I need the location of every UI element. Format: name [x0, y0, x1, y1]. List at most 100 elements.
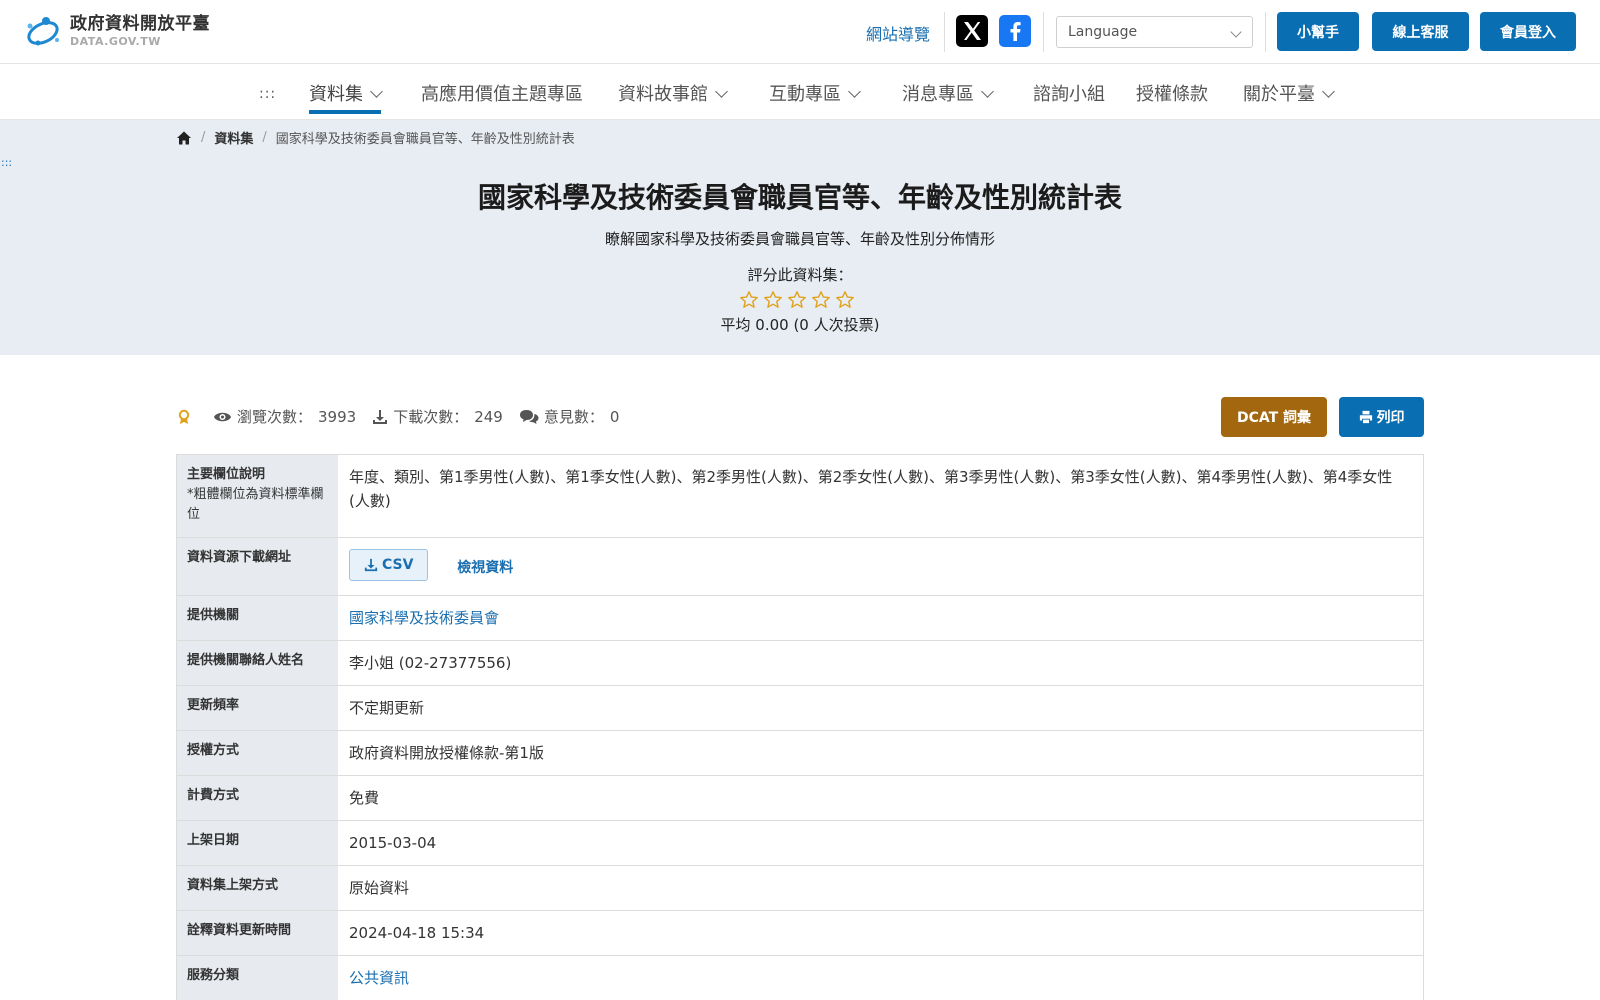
nav-item-high-value[interactable]: 高應用價值主題專區 [421, 80, 583, 112]
breadcrumb-current: 國家科學及技術委員會職員官等、年齡及性別統計表 [275, 132, 575, 147]
logo-title: 政府資料開放平臺 [70, 13, 210, 34]
x-twitter-icon[interactable] [956, 15, 988, 47]
nav-item-news[interactable]: 消息專區 [902, 80, 994, 112]
nav-item-datasets[interactable]: 資料集 [309, 80, 383, 114]
views-count: 3993 [318, 407, 357, 426]
breadcrumb: / 資料集 / 國家科學及技術委員會職員官等、年齡及性別統計表 [176, 128, 575, 147]
views-stat: 瀏覽次數： 3993 [213, 406, 356, 427]
language-select[interactable]: Language [1056, 16, 1253, 48]
chevron-down-icon [715, 85, 728, 98]
metadata-update-label: 詮釋資料更新時間 [177, 911, 338, 955]
header-divider [1043, 12, 1044, 52]
printer-icon [1359, 410, 1372, 424]
table-row: 提供機關聯絡人姓名 李小姐 (02-27377556) [177, 641, 1423, 686]
logo-subtitle: DATA.GOV.TW [70, 34, 161, 48]
star-icon[interactable] [787, 290, 807, 310]
nav-accesskey[interactable]: ::: [259, 86, 276, 102]
chevron-down-icon [848, 85, 861, 98]
fields-label: 主要欄位說明 [187, 467, 266, 482]
sitemap-link[interactable]: 網站導覽 [866, 21, 930, 45]
view-data-link[interactable]: 檢視資料 [457, 560, 513, 576]
download-label: 資料資源下載網址 [177, 538, 338, 595]
publish-method-label: 資料集上架方式 [177, 866, 338, 910]
metadata-update-value: 2024-04-18 15:34 [349, 924, 485, 942]
badge-icon [178, 409, 190, 424]
table-row: 授權方式 政府資料開放授權條款-第1版 [177, 731, 1423, 776]
license-label: 授權方式 [177, 731, 338, 775]
csv-download-button[interactable]: CSV [349, 549, 429, 581]
license-value: 政府資料開放授權條款-第1版 [349, 744, 544, 762]
header-divider [1265, 12, 1266, 52]
helper-button[interactable]: 小幫手 [1277, 12, 1359, 51]
main-nav: ::: 資料集 高應用價值主題專區 資料故事館 互動專區 消息專區 諮詢小組 授… [0, 64, 1600, 120]
comments-icon [519, 409, 539, 424]
provider-link[interactable]: 國家科學及技術委員會 [349, 609, 499, 627]
rating-label: 評分此資料集： [747, 266, 853, 284]
content-accesskey[interactable]: ::: [1, 156, 12, 169]
category-label: 服務分類 [177, 956, 338, 1000]
nav-item-about[interactable]: 關於平臺 [1243, 80, 1335, 112]
dcat-vocabulary-button[interactable]: DCAT 詞彙 [1221, 397, 1327, 437]
table-row: 提供機關 國家科學及技術委員會 [177, 596, 1423, 641]
fields-note: *粗體欄位為資料標準欄位 [187, 487, 324, 523]
publish-method-value: 原始資料 [349, 879, 410, 897]
table-row: 主要欄位說明 *粗體欄位為資料標準欄位 年度、類別、第1季男性(人數)、第1季女… [177, 455, 1423, 538]
publish-date-label: 上架日期 [177, 821, 338, 865]
header-divider [944, 12, 945, 52]
home-icon[interactable] [176, 130, 192, 146]
fields-value: 年度、類別、第1季男性(人數)、第1季女性(人數)、第2季男性(人數)、第2季女… [349, 468, 1393, 510]
frequency-label: 更新頻率 [177, 686, 338, 730]
nav-item-stories[interactable]: 資料故事館 [618, 80, 728, 112]
table-row: 資料集上架方式 原始資料 [177, 866, 1423, 911]
breadcrumb-datasets[interactable]: 資料集 [214, 128, 253, 147]
page-title: 國家科學及技術委員會職員官等、年齡及性別統計表 [477, 181, 1122, 214]
frequency-value: 不定期更新 [349, 699, 425, 717]
language-select-value: Language [1068, 24, 1138, 40]
contact-value: 李小姐 (02-27377556) [349, 654, 512, 672]
print-button[interactable]: 列印 [1339, 397, 1424, 437]
comments-count: 0 [609, 407, 620, 426]
top-header: 政府資料開放平臺 DATA.GOV.TW 網站導覽 Language 小幫手 線… [0, 0, 1600, 64]
dataset-stats: 瀏覽次數： 3993 下載次數： 249 意見數： 0 [176, 406, 635, 427]
fee-value: 免費 [349, 789, 380, 807]
online-service-button[interactable]: 線上客服 [1372, 12, 1469, 51]
chevron-down-icon [981, 85, 994, 98]
publish-date-value: 2015-03-04 [349, 834, 437, 852]
rating-stars [739, 290, 859, 310]
table-row: 上架日期 2015-03-04 [177, 821, 1423, 866]
downloads-stat: 下載次數： 249 [372, 406, 503, 427]
rating-average: 平均 0.00 (0 人次投票) [720, 316, 880, 334]
nav-item-interactive[interactable]: 互動專區 [769, 80, 861, 112]
chevron-down-icon [370, 85, 383, 98]
site-logo[interactable]: 政府資料開放平臺 DATA.GOV.TW [24, 12, 210, 50]
dataset-hero: / 資料集 / 國家科學及技術委員會職員官等、年齡及性別統計表 ::: 國家科學… [0, 120, 1600, 355]
star-icon[interactable] [835, 290, 855, 310]
star-icon[interactable] [811, 290, 831, 310]
category-link[interactable]: 公共資訊 [349, 969, 409, 987]
dataset-description: 瞭解國家科學及技術委員會職員官等、年齡及性別分佈情形 [604, 230, 995, 248]
logo-icon [27, 17, 59, 46]
downloads-count: 249 [474, 407, 503, 426]
table-row: 服務分類 公共資訊 [177, 956, 1423, 1000]
table-row: 詮釋資料更新時間 2024-04-18 15:34 [177, 911, 1423, 956]
nav-active-indicator [309, 110, 381, 114]
star-icon[interactable] [763, 290, 783, 310]
contact-label: 提供機關聯絡人姓名 [177, 641, 338, 685]
chevron-down-icon [1230, 26, 1242, 38]
nav-item-license[interactable]: 授權條款 [1136, 80, 1208, 112]
download-icon [373, 409, 388, 424]
fee-label: 計費方式 [177, 776, 338, 820]
facebook-icon[interactable] [999, 15, 1031, 47]
star-icon[interactable] [739, 290, 759, 310]
table-row: 計費方式 免費 [177, 776, 1423, 821]
chevron-down-icon [1322, 85, 1335, 98]
dataset-metadata-table: 主要欄位說明 *粗體欄位為資料標準欄位 年度、類別、第1季男性(人數)、第1季女… [176, 454, 1424, 1000]
provider-label: 提供機關 [177, 596, 338, 640]
comments-stat: 意見數： 0 [519, 406, 620, 427]
table-row: 更新頻率 不定期更新 [177, 686, 1423, 731]
nav-item-advisory[interactable]: 諮詢小組 [1033, 80, 1105, 112]
eye-icon [213, 412, 232, 421]
download-icon [364, 558, 378, 572]
member-login-button[interactable]: 會員登入 [1480, 12, 1576, 51]
table-row: 資料資源下載網址 CSV 檢視資料 [177, 538, 1423, 596]
